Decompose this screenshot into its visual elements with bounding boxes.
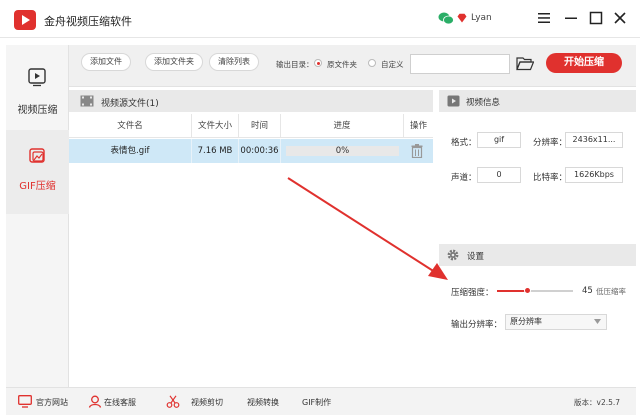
wechat-icon[interactable] [438, 11, 454, 25]
version-label: 版本：v2.5.7 [574, 398, 621, 407]
col-action: 操作 [409, 121, 427, 131]
nav-gif-label: GIF压缩 [19, 181, 56, 192]
left-nav: 视频压缩 GIF压缩 [6, 45, 69, 387]
gif-image-icon [29, 148, 45, 163]
output-resolution-value: 原分辨率 [510, 317, 542, 326]
progress-text: 0% [335, 146, 350, 156]
video-play-icon [28, 68, 46, 87]
minimize-icon[interactable] [564, 11, 578, 25]
compress-strength-slider[interactable] [497, 287, 573, 294]
format-value: gif [477, 132, 521, 148]
title-bar: 金舟视频压缩软件 Lyan [0, 0, 640, 38]
source-files-header: 视频源文件(1) [69, 90, 433, 112]
strength-value: 45 [582, 286, 593, 296]
settings-title: 设置 [467, 252, 485, 262]
file-time-cell: 00:00:36 [239, 139, 281, 163]
video-info-icon [447, 95, 460, 107]
nav-video-compress[interactable]: 视频压缩 [6, 55, 69, 135]
channel-value: 0 [477, 167, 521, 183]
resolution-label: 分辨率： [533, 138, 568, 148]
resolution-value: 2436x11... [565, 132, 623, 148]
source-folder-label[interactable]: 原文件夹 [327, 59, 357, 70]
start-compress-button[interactable]: 开始压缩 [546, 53, 622, 73]
nav-video-label: 视频压缩 [17, 105, 58, 116]
gif-make-link[interactable]: GIF制作 [302, 397, 331, 408]
close-icon[interactable] [613, 11, 627, 25]
custom-folder-radio[interactable] [368, 59, 376, 67]
username[interactable]: Lyan [471, 13, 492, 23]
custom-folder-label[interactable]: 自定义 [381, 59, 404, 70]
maximize-icon[interactable] [589, 11, 603, 25]
slider-fill [497, 290, 528, 292]
format-label: 格式： [451, 138, 477, 148]
video-file-icon [80, 95, 94, 107]
bitrate-label: 比特率： [533, 173, 568, 183]
annotation-arrow-icon [287, 177, 448, 280]
file-table-header: 文件名 文件大小 时间 进度 操作 [69, 114, 433, 138]
video-edit-link[interactable]: 视频剪切 [191, 397, 223, 408]
col-progress: 进度 [281, 114, 404, 138]
table-row[interactable]: 表情包.gif 7.16 MB 00:00:36 0% [69, 139, 433, 163]
customer-service-icon [88, 395, 102, 408]
trash-icon[interactable] [411, 144, 423, 158]
add-file-button[interactable]: 添加文件 [81, 53, 131, 71]
scissors-icon [166, 395, 180, 408]
online-support-link[interactable]: 在线客服 [104, 397, 136, 408]
file-size-cell: 7.16 MB [192, 139, 239, 163]
official-website-link[interactable]: 官方网站 [36, 397, 68, 408]
output-resolution-select[interactable]: 原分辨率 [505, 314, 607, 330]
output-path-input[interactable] [410, 54, 510, 74]
col-time: 时间 [239, 114, 281, 138]
folder-open-icon[interactable] [516, 56, 534, 71]
vip-diamond-icon [457, 13, 467, 23]
nav-gif-compress[interactable]: GIF压缩 [6, 130, 69, 214]
col-filesize: 文件大小 [192, 114, 239, 138]
settings-header: 设置 [439, 244, 636, 266]
app-logo-icon [14, 10, 36, 30]
output-dir-label: 输出目录： [276, 60, 314, 69]
clear-list-button[interactable]: 清除列表 [209, 53, 259, 71]
video-info-title: 视频信息 [466, 98, 501, 108]
menu-icon[interactable] [537, 11, 551, 25]
add-folder-button[interactable]: 添加文件夹 [145, 53, 203, 71]
slider-handle[interactable] [524, 287, 532, 294]
video-info-header: 视频信息 [439, 90, 636, 112]
chevron-down-icon [594, 319, 601, 324]
app-title: 金舟视频压缩软件 [44, 15, 132, 28]
source-files-title: 视频源文件(1) [101, 99, 159, 109]
col-filename: 文件名 [69, 114, 192, 138]
toolbar: 添加文件 添加文件夹 清除列表 输出目录： 原文件夹 自定义 开始压缩 [69, 45, 636, 87]
video-convert-link[interactable]: 视频转换 [247, 397, 279, 408]
file-name-cell: 表情包.gif [69, 139, 192, 163]
source-folder-radio[interactable] [314, 59, 322, 67]
strength-hint: 低压缩率 [596, 287, 626, 296]
bitrate-value: 1626Kbps [565, 167, 623, 183]
output-resolution-label: 输出分辨率： [451, 320, 503, 330]
monitor-icon [18, 395, 32, 408]
bottom-bar: 官方网站 在线客服 视频剪切 视频转换 GIF制作 版本：v2.5.7 [6, 387, 636, 415]
